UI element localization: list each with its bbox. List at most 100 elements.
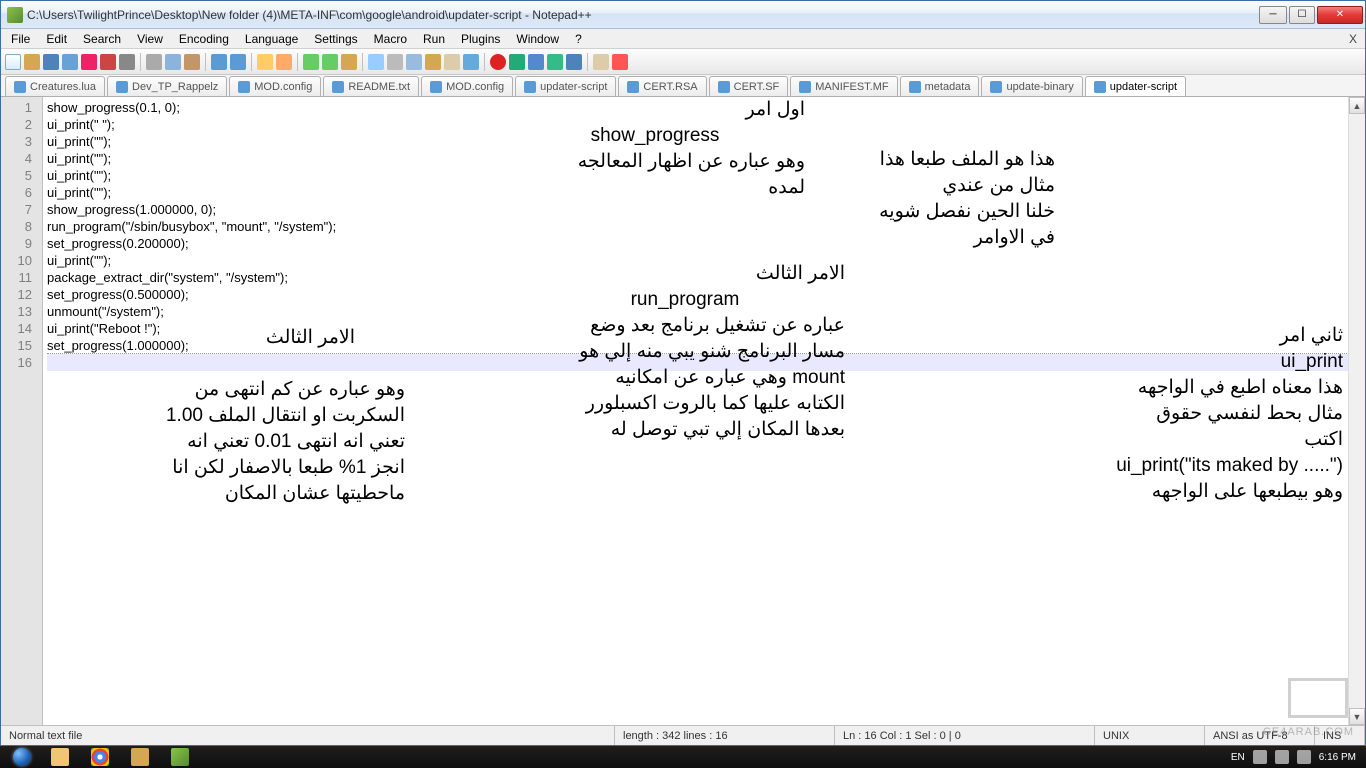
titlebar: C:\Users\TwilightPrince\Desktop\New fold… [1, 1, 1365, 29]
task-notepadpp[interactable] [160, 746, 200, 768]
replace-icon[interactable] [276, 54, 292, 70]
close-all-icon[interactable] [100, 54, 116, 70]
tab-update-binary[interactable]: update-binary [981, 76, 1082, 96]
code-line[interactable]: ui_print(""); [47, 252, 1361, 269]
tab-cert-rsa[interactable]: CERT.RSA [618, 76, 706, 96]
tab-updater-script[interactable]: updater-script [515, 76, 616, 96]
code-line[interactable]: set_progress(0.500000); [47, 286, 1361, 303]
zoom-in-icon[interactable] [303, 54, 319, 70]
code-line[interactable]: show_progress(0.1, 0); [47, 99, 1361, 116]
tray-lang[interactable]: EN [1231, 752, 1245, 763]
menu-help[interactable]: ? [567, 30, 590, 48]
tab-dev-tp-rappelz[interactable]: Dev_TP_Rappelz [107, 76, 227, 96]
code-line[interactable]: set_progress(0.200000); [47, 235, 1361, 252]
code-line[interactable]: set_progress(1.000000); [47, 337, 1361, 354]
open-file-icon[interactable] [24, 54, 40, 70]
word-wrap-icon[interactable] [368, 54, 384, 70]
code-line[interactable]: package_extract_dir("system", "/system")… [47, 269, 1361, 286]
line-number: 7 [1, 201, 42, 218]
copy-icon[interactable] [165, 54, 181, 70]
user-lang-icon[interactable] [425, 54, 441, 70]
close-file-icon[interactable] [81, 54, 97, 70]
code-line[interactable]: run_program("/sbin/busybox", "mount", "/… [47, 218, 1361, 235]
code-line[interactable]: ui_print("Reboot !"); [47, 320, 1361, 337]
tab-label: updater-script [1110, 81, 1177, 93]
tray-volume-icon[interactable] [1297, 750, 1311, 764]
scroll-up-arrow-icon[interactable]: ▲ [1349, 97, 1365, 114]
tab-label: CERT.SF [734, 81, 780, 93]
scroll-track[interactable] [1349, 114, 1365, 708]
code-line[interactable]: ui_print(""); [47, 150, 1361, 167]
record-macro-icon[interactable] [490, 54, 506, 70]
undo-icon[interactable] [211, 54, 227, 70]
start-button[interactable] [4, 746, 40, 768]
paste-icon[interactable] [184, 54, 200, 70]
zoom-out-icon[interactable] [322, 54, 338, 70]
vertical-scrollbar[interactable]: ▲ ▼ [1348, 97, 1365, 725]
tray-network-icon[interactable] [1275, 750, 1289, 764]
task-folder[interactable] [120, 746, 160, 768]
menu-language[interactable]: Language [237, 30, 306, 48]
menu-plugins[interactable]: Plugins [453, 30, 508, 48]
find-icon[interactable] [257, 54, 273, 70]
tab-readme-txt[interactable]: README.txt [323, 76, 419, 96]
tray-clock[interactable]: 6:16 PM [1319, 752, 1356, 763]
tab-mod-config[interactable]: MOD.config [421, 76, 513, 96]
tab-cert-sf[interactable]: CERT.SF [709, 76, 789, 96]
save-macro-icon[interactable] [566, 54, 582, 70]
line-number: 12 [1, 286, 42, 303]
new-file-icon[interactable] [5, 54, 21, 70]
indent-guide-icon[interactable] [406, 54, 422, 70]
menu-file[interactable]: File [3, 30, 38, 48]
anno-text: انجز 1% طبعا بالاصفار لكن انا [105, 455, 405, 481]
menu-settings[interactable]: Settings [306, 30, 365, 48]
menu-macro[interactable]: Macro [366, 30, 415, 48]
tab-updater-script[interactable]: updater-script [1085, 76, 1186, 96]
code-line[interactable]: unmount("/system"); [47, 303, 1361, 320]
app-window: C:\Users\TwilightPrince\Desktop\New fold… [0, 0, 1366, 746]
spell-check-icon[interactable] [612, 54, 628, 70]
close-button[interactable]: ✕ [1317, 6, 1363, 24]
code-line[interactable]: ui_print(" "); [47, 116, 1361, 133]
tab-creatures-lua[interactable]: Creatures.lua [5, 76, 105, 96]
monitor-icon[interactable] [593, 54, 609, 70]
tray-flag-icon[interactable] [1253, 750, 1267, 764]
code-line[interactable]: show_progress(1.000000, 0); [47, 201, 1361, 218]
menubar-close-x[interactable]: X [1343, 32, 1363, 46]
play-macro-icon[interactable] [509, 54, 525, 70]
code-line[interactable] [47, 354, 1361, 371]
cut-icon[interactable] [146, 54, 162, 70]
tab-mod-config[interactable]: MOD.config [229, 76, 321, 96]
menu-view[interactable]: View [129, 30, 171, 48]
code-line[interactable]: ui_print(""); [47, 184, 1361, 201]
redo-icon[interactable] [230, 54, 246, 70]
sync-scroll-icon[interactable] [341, 54, 357, 70]
menu-search[interactable]: Search [75, 30, 129, 48]
menu-encoding[interactable]: Encoding [171, 30, 237, 48]
status-length: length : 342 lines : 16 [615, 726, 835, 745]
doc-map-icon[interactable] [444, 54, 460, 70]
play-multi-icon[interactable] [547, 54, 563, 70]
code-editor[interactable]: show_progress(0.1, 0);ui_print(" ");ui_p… [43, 97, 1365, 725]
maximize-button[interactable]: ☐ [1289, 6, 1315, 24]
task-explorer[interactable] [40, 746, 80, 768]
print-icon[interactable] [119, 54, 135, 70]
tab-metadata[interactable]: metadata [900, 76, 980, 96]
save-all-icon[interactable] [62, 54, 78, 70]
func-list-icon[interactable] [463, 54, 479, 70]
show-symbols-icon[interactable] [387, 54, 403, 70]
tab-manifest-mf[interactable]: MANIFEST.MF [790, 76, 897, 96]
minimize-button[interactable]: ─ [1259, 6, 1287, 24]
task-chrome[interactable] [80, 746, 120, 768]
line-number: 3 [1, 133, 42, 150]
menu-window[interactable]: Window [508, 30, 567, 48]
code-line[interactable]: ui_print(""); [47, 167, 1361, 184]
save-icon[interactable] [43, 54, 59, 70]
menu-edit[interactable]: Edit [38, 30, 75, 48]
tab-label: CERT.RSA [643, 81, 697, 93]
scroll-down-arrow-icon[interactable]: ▼ [1349, 708, 1365, 725]
stop-macro-icon[interactable] [528, 54, 544, 70]
code-line[interactable]: ui_print(""); [47, 133, 1361, 150]
menu-run[interactable]: Run [415, 30, 453, 48]
toolbar-separator [362, 53, 363, 71]
